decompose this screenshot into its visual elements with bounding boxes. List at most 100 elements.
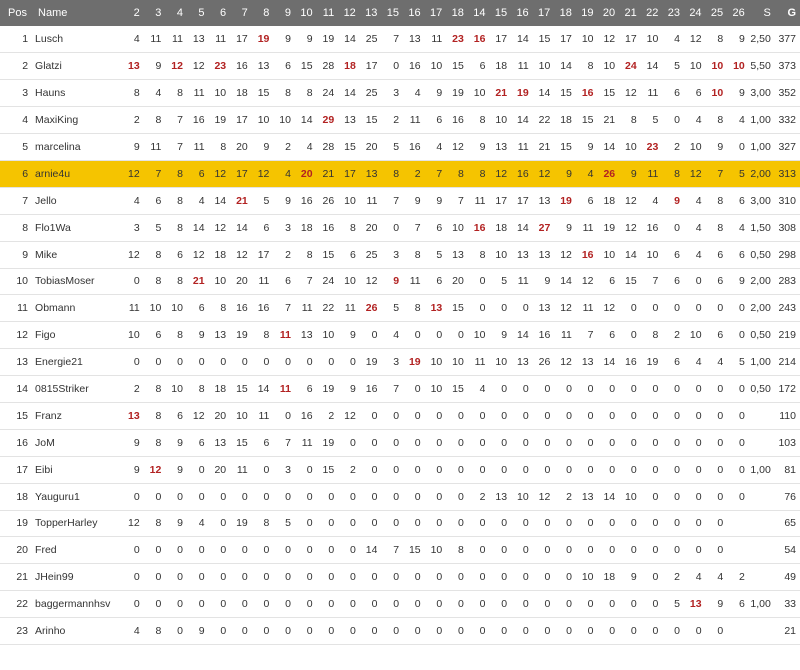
column-header-0[interactable]: Pos — [0, 0, 32, 26]
player-name[interactable]: TobiasMoser — [32, 268, 118, 295]
score-cell: 0 — [522, 517, 529, 530]
column-header-31[interactable]: S — [745, 0, 770, 26]
score-cell: 8 — [652, 329, 659, 342]
score-cell: 0 — [155, 544, 162, 557]
column-header-3[interactable]: 3 — [140, 0, 161, 26]
column-header-10[interactable]: 10 — [291, 0, 312, 26]
player-name[interactable]: TopperHarley — [32, 510, 118, 537]
column-header-14[interactable]: 15 — [377, 0, 399, 26]
rank-cell: 8 — [22, 221, 29, 234]
column-header-25[interactable]: 21 — [615, 0, 636, 26]
column-header-26[interactable]: 22 — [637, 0, 658, 26]
score-cell: 0 — [133, 490, 140, 503]
score-cell: 0 — [414, 409, 421, 422]
score-cell: 0 — [349, 571, 356, 584]
score-cell: 21 — [603, 114, 616, 127]
score-cell: 0 — [738, 436, 745, 449]
score-cell: 11 — [517, 60, 529, 73]
column-header-13[interactable]: 13 — [356, 0, 377, 26]
column-header-7[interactable]: 7 — [226, 0, 248, 26]
column-header-9[interactable]: 9 — [269, 0, 291, 26]
column-header-8[interactable]: 8 — [248, 0, 269, 26]
score-cell: 0 — [630, 625, 637, 638]
player-name[interactable]: MaxiKing — [32, 107, 118, 134]
player-name[interactable]: Fred — [32, 537, 118, 564]
column-header-28[interactable]: 24 — [680, 0, 701, 26]
player-name[interactable]: arnie4u — [32, 160, 118, 187]
column-header-29[interactable]: 25 — [702, 0, 723, 26]
column-header-16[interactable]: 17 — [421, 0, 442, 26]
player-name[interactable]: 0815Striker — [32, 376, 118, 403]
player-name[interactable]: Obmann — [32, 295, 118, 322]
column-header-11[interactable]: 11 — [313, 0, 334, 26]
score-cell: 0 — [479, 463, 486, 476]
total-cell: 49 — [784, 571, 796, 584]
score-cell: 17 — [560, 33, 572, 46]
column-header-15[interactable]: 16 — [399, 0, 420, 26]
score-cell: 0 — [587, 598, 594, 611]
score-cell: 0 — [479, 598, 486, 611]
score-cell: 14 — [214, 194, 227, 207]
player-name[interactable]: Arinho — [32, 618, 118, 645]
column-header-32[interactable]: G — [771, 0, 800, 26]
score-cell: 4 — [738, 114, 745, 127]
column-header-22[interactable]: 18 — [550, 0, 572, 26]
column-header-18[interactable]: 14 — [464, 0, 485, 26]
column-header-24[interactable]: 20 — [594, 0, 615, 26]
player-name[interactable]: Energie21 — [32, 349, 118, 376]
player-name[interactable]: Glatzi — [32, 53, 118, 80]
score-cell: 16 — [625, 356, 637, 369]
player-name[interactable]: Jello — [32, 187, 118, 214]
bonus-cell: 2,00 — [750, 302, 771, 315]
column-header-23[interactable]: 19 — [572, 0, 593, 26]
player-name[interactable]: marcelina — [32, 134, 118, 161]
column-header-12[interactable]: 12 — [334, 0, 356, 26]
player-name[interactable]: JHein99 — [32, 564, 118, 591]
column-header-21[interactable]: 17 — [529, 0, 550, 26]
player-name[interactable]: Mike — [32, 241, 118, 268]
score-cell: 8 — [220, 141, 227, 153]
column-header-30[interactable]: 26 — [723, 0, 745, 26]
player-name[interactable]: Eibi — [32, 456, 118, 483]
score-cell: 0 — [717, 544, 724, 557]
score-cell: 0 — [414, 383, 421, 396]
score-cell: 11 — [150, 33, 162, 46]
rank-cell: 10 — [16, 275, 29, 288]
score-cell: 0 — [414, 490, 421, 503]
column-header-19[interactable]: 15 — [485, 0, 507, 26]
column-header-2[interactable]: 2 — [118, 0, 140, 26]
score-cell: 0 — [587, 517, 594, 530]
bonus-cell — [745, 618, 771, 645]
score-cell: 0 — [371, 517, 378, 530]
player-name[interactable]: baggermannhsv — [32, 591, 118, 618]
player-name[interactable]: Lusch — [32, 26, 118, 53]
column-header-4[interactable]: 4 — [161, 0, 183, 26]
player-name[interactable]: Figo — [32, 322, 118, 349]
bonus-cell — [745, 537, 771, 564]
score-cell: 0 — [220, 356, 227, 369]
score-cell: 0 — [198, 598, 205, 611]
score-cell: 0 — [674, 625, 680, 638]
score-cell: 13 — [128, 60, 140, 73]
column-header-20[interactable]: 16 — [507, 0, 528, 26]
score-cell: 11 — [366, 194, 378, 207]
score-cell: 7 — [155, 167, 162, 180]
score-cell — [723, 537, 745, 564]
column-header-17[interactable]: 18 — [442, 0, 464, 26]
column-header-6[interactable]: 6 — [205, 0, 226, 26]
score-cell: 11 — [301, 302, 313, 315]
bonus-cell: 0,50 — [750, 329, 771, 342]
player-name[interactable]: Franz — [32, 402, 118, 429]
score-cell: 0 — [501, 436, 508, 449]
score-cell: 10 — [517, 490, 529, 503]
score-cell: 0 — [501, 409, 508, 422]
column-header-27[interactable]: 23 — [658, 0, 680, 26]
player-name[interactable]: Flo1Wa — [32, 214, 118, 241]
column-header-1[interactable]: Name — [32, 0, 118, 26]
bonus-cell: 3,00 — [750, 87, 771, 100]
player-name[interactable]: Hauns — [32, 80, 118, 107]
player-name[interactable]: JoM — [32, 429, 118, 456]
score-cell: 16 — [452, 114, 464, 127]
column-header-5[interactable]: 5 — [183, 0, 204, 26]
player-name[interactable]: Yauguru1 — [32, 483, 118, 510]
